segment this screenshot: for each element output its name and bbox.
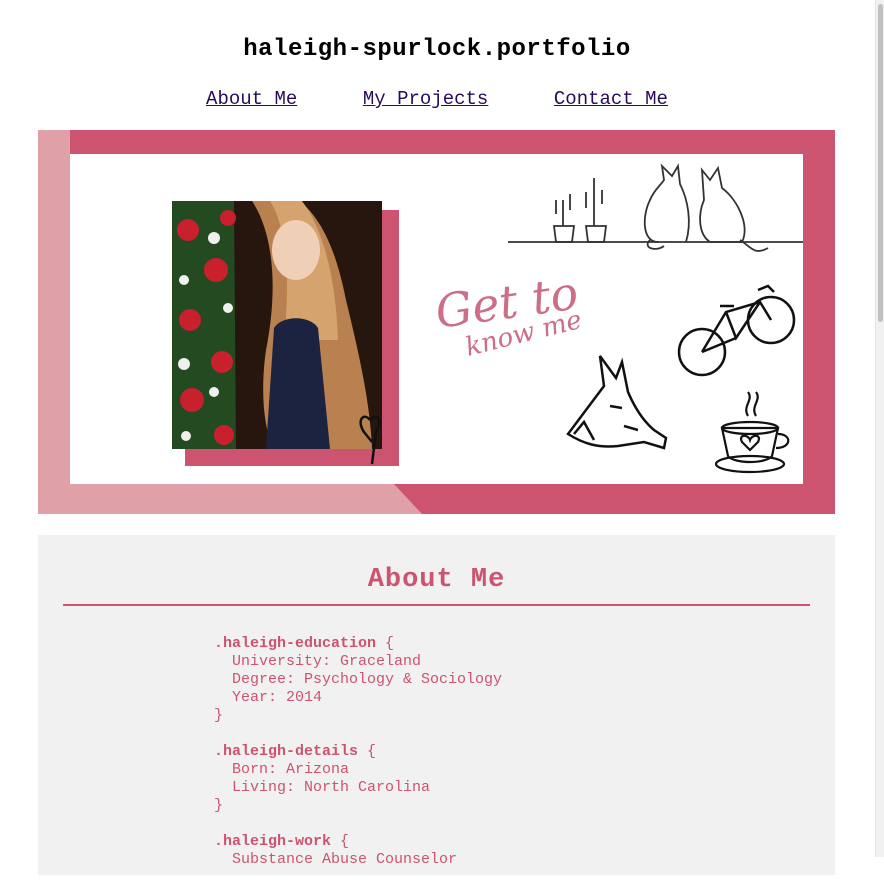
scrollbar-thumb[interactable] (878, 4, 883, 322)
work-selector: .haleigh-work (214, 833, 332, 850)
nav-link-contact-me[interactable]: Contact Me (554, 88, 668, 110)
education-year: Year: 2014 (232, 689, 323, 706)
section-divider (63, 604, 810, 606)
about-me-heading: About Me (367, 565, 506, 595)
details-selector: .haleigh-details (214, 743, 359, 760)
details-block: .haleigh-details { Born: Arizona Living:… (214, 743, 502, 815)
education-university: University: Graceland (232, 653, 422, 670)
education-block: .haleigh-education { University: Gracela… (214, 635, 503, 724)
hero-banner: Get to know me (38, 130, 835, 514)
site-title: haleigh-spurlock.portfolio (243, 36, 631, 63)
nav-link-my-projects[interactable]: My Projects (363, 88, 488, 110)
details-living: Living: North Carolina (232, 779, 431, 796)
about-code-block: .haleigh-education { University: Gracela… (214, 635, 502, 887)
work-title: Substance Abuse Counselor (232, 851, 458, 868)
main-nav: About Me My Projects Contact Me (0, 88, 874, 110)
about-me-section: About Me .haleigh-education { University… (38, 535, 835, 875)
nav-link-about-me[interactable]: About Me (206, 88, 297, 110)
details-born: Born: Arizona (232, 761, 350, 778)
portrait-photo (172, 201, 399, 466)
education-degree: Degree: Psychology & Sociology (232, 671, 503, 688)
work-block: .haleigh-work { Substance Abuse Counselo… (214, 833, 502, 869)
page-scrollbar[interactable] (875, 0, 884, 857)
hero-graphic: Get to know me (38, 130, 803, 514)
education-selector: .haleigh-education (214, 635, 377, 652)
